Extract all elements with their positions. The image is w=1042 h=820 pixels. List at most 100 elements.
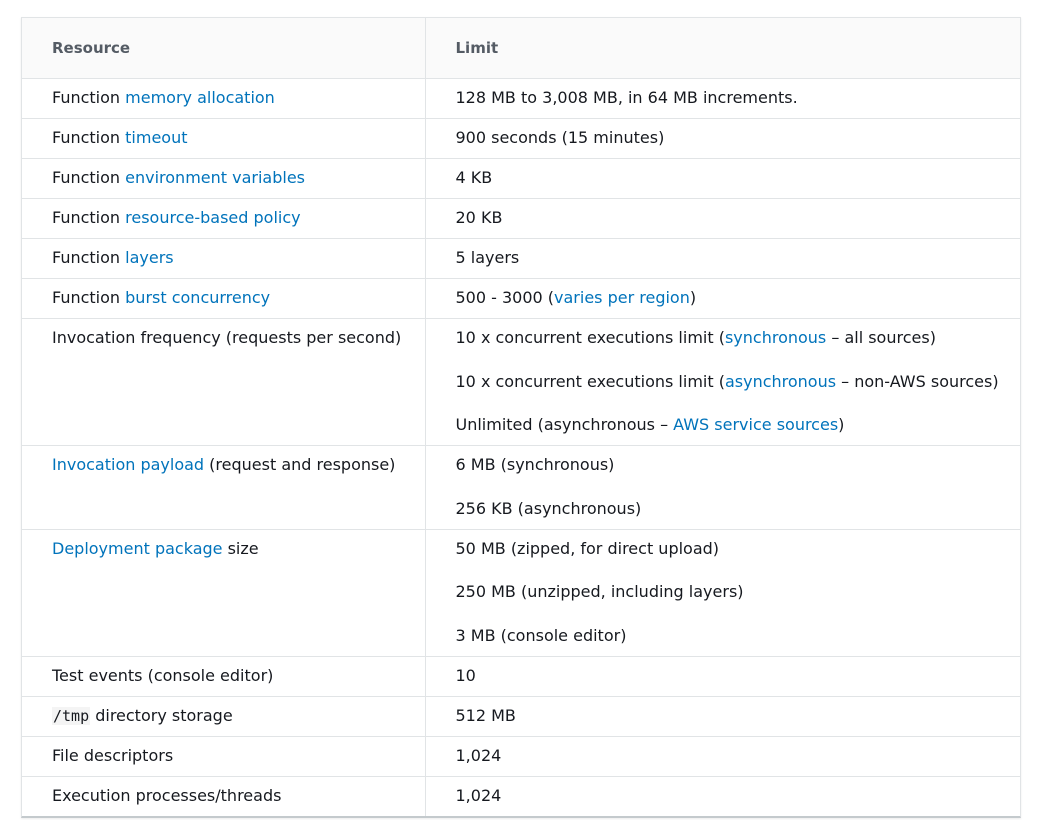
cell-text: 20 KB bbox=[455, 208, 503, 227]
limit-cell: 1,024 bbox=[424, 736, 1021, 777]
code-text: /tmp bbox=[52, 706, 91, 725]
limit-cell: 6 MB (synchronous) 256 KB (asynchronous) bbox=[424, 445, 1021, 530]
cell-text: 900 seconds (15 minutes) bbox=[455, 128, 665, 147]
timeout-link[interactable]: timeout bbox=[125, 128, 187, 147]
environment-variables-link[interactable]: environment variables bbox=[125, 168, 305, 187]
resource-cell-content: Test events (console editor) bbox=[52, 657, 425, 696]
resource-cell-content: /tmp directory storage bbox=[52, 697, 425, 736]
limit-cell-content: 900 seconds (15 minutes) bbox=[456, 119, 1021, 158]
resource-label: Function resource-based policy bbox=[52, 208, 425, 228]
cell-text: ) bbox=[838, 415, 845, 434]
cell-text: – non-AWS sources) bbox=[836, 371, 999, 391]
limit-line: 128 MB to 3,008 MB, in 64 MB increments. bbox=[456, 88, 1021, 108]
limit-line: 512 MB bbox=[456, 706, 1021, 726]
limit-cell-content: 20 KB bbox=[456, 199, 1021, 238]
cell-text: 1,024 bbox=[455, 745, 502, 765]
cell-text: 50 MB (zipped, for direct upload) bbox=[455, 538, 720, 558]
cell-text: ) bbox=[689, 288, 697, 307]
deployment-package-link[interactable]: Deployment package bbox=[52, 539, 223, 558]
layers-link[interactable]: layers bbox=[125, 248, 173, 267]
resource-label: Invocation frequency (requests per secon… bbox=[52, 328, 425, 348]
resource-cell: Execution processes/threads bbox=[22, 776, 425, 816]
cell-text: 10 x concurrent executions limit ( bbox=[455, 328, 725, 347]
limit-cell: 10 bbox=[424, 656, 1020, 697]
cell-text: size bbox=[222, 538, 259, 558]
resource-cell-content: Function environment variables bbox=[52, 159, 425, 198]
memory-allocation-link[interactable]: memory allocation bbox=[125, 88, 275, 107]
resource-cell: Invocation frequency (requests per secon… bbox=[22, 318, 425, 446]
cell-text: File descriptors bbox=[52, 745, 174, 765]
cell-text: Function bbox=[52, 88, 126, 107]
resource-cell: Invocation payload (request and response… bbox=[22, 445, 425, 530]
limit-cell: 50 MB (zipped, for direct upload) 250 MB … bbox=[424, 529, 1021, 657]
resource-cell-content: Function layers bbox=[52, 239, 425, 278]
limit-line: 10 x concurrent executions limit (synchr… bbox=[456, 328, 1021, 348]
limit-cell: 512 MB bbox=[424, 696, 1021, 737]
table-row: Function memory allocation 128 MB to 3,00… bbox=[22, 78, 1021, 119]
limit-line: Unlimited (asynchronous – AWS service so… bbox=[456, 415, 1021, 435]
table-row: Function timeout 900 seconds (15 minutes) bbox=[22, 118, 1021, 159]
limit-cell: 10 x concurrent executions limit (synchr… bbox=[424, 318, 1021, 446]
resource-cell-content: Deployment package size bbox=[52, 530, 425, 569]
varies-per-region-link[interactable]: varies per region bbox=[554, 288, 690, 307]
resource-cell: Function resource-based policy bbox=[22, 198, 425, 239]
invocation-payload-link[interactable]: Invocation payload bbox=[52, 455, 204, 474]
table-header: Resource Limit bbox=[22, 18, 1020, 79]
resource-cell-content: Function timeout bbox=[52, 119, 425, 158]
cell-text: 500 - 3000 ( bbox=[455, 288, 555, 307]
limit-cell-content: 6 MB (synchronous) 256 KB (asynchronous) bbox=[456, 446, 1021, 529]
resource-cell-content: File descriptors bbox=[52, 737, 425, 776]
resource-cell-content: Function resource-based policy bbox=[52, 199, 425, 238]
limit-line: 1,024 bbox=[456, 746, 1021, 766]
resource-cell-content: Invocation payload (request and response… bbox=[52, 446, 425, 485]
resource-cell-content: Execution processes/threads bbox=[52, 777, 425, 816]
table-row: File descriptors 1,024 bbox=[22, 736, 1021, 777]
resource-cell: /tmp directory storage bbox=[22, 696, 425, 737]
cell-text: Unlimited (asynchronous – bbox=[455, 415, 674, 434]
table-row: /tmp directory storage 512 MB bbox=[22, 696, 1021, 737]
cell-text: 250 MB (unzipped, including layers) bbox=[455, 582, 744, 601]
resource-cell: Function layers bbox=[22, 238, 425, 279]
limit-line: 6 MB (synchronous) bbox=[456, 455, 1021, 475]
limit-line: 500 - 3000 (varies per region) bbox=[456, 288, 1021, 308]
resource-label: Execution processes/threads bbox=[52, 786, 425, 806]
lambda-limits-table: Resource Limit Function memory allocatio… bbox=[22, 18, 1020, 816]
cell-text: Test events (console editor) bbox=[52, 665, 274, 685]
cell-text: 256 KB (asynchronous) bbox=[455, 498, 642, 518]
resource-label: /tmp directory storage bbox=[52, 706, 425, 726]
cell-text: Execution processes/threads bbox=[52, 785, 282, 805]
cell-text: 512 MB bbox=[455, 705, 516, 725]
resource-cell-content: Function memory allocation bbox=[52, 79, 425, 118]
limit-line: 4 KB bbox=[456, 168, 1021, 188]
resource-label: Function memory allocation bbox=[52, 88, 425, 108]
table-row: Invocation payload (request and response… bbox=[22, 445, 1021, 530]
limit-cell-content: 1,024 bbox=[456, 737, 1021, 776]
limit-line: 250 MB (unzipped, including layers) bbox=[456, 582, 1021, 602]
resource-label: Test events (console editor) bbox=[52, 666, 425, 686]
limit-cell: 4 KB bbox=[424, 158, 1021, 199]
aws-service-sources-link[interactable]: AWS service sources bbox=[673, 415, 838, 434]
cell-text: Invocation frequency (requests per secon… bbox=[52, 328, 402, 347]
resource-based-policy-link[interactable]: resource-based policy bbox=[125, 208, 300, 227]
resource-cell: Function environment variables bbox=[22, 158, 425, 199]
table-row: Function resource-based policy 20 KB bbox=[22, 198, 1021, 239]
resource-cell: Function burst concurrency bbox=[22, 278, 425, 319]
limit-cell: 500 - 3000 (varies per region) bbox=[424, 278, 1021, 319]
resource-label: Deployment package size bbox=[52, 539, 425, 559]
cell-text: 5 layers bbox=[455, 248, 520, 267]
resource-cell: Test events (console editor) bbox=[22, 656, 425, 697]
limit-cell-content: 4 KB bbox=[456, 159, 1021, 198]
burst-concurrency-link[interactable]: burst concurrency bbox=[125, 288, 270, 307]
synchronous-link[interactable]: synchronous bbox=[725, 328, 826, 347]
resource-cell-content: Function burst concurrency bbox=[52, 279, 425, 318]
cell-text: 3 MB (console editor) bbox=[455, 625, 627, 645]
cell-text: 1,024 bbox=[455, 785, 502, 805]
limit-line: 20 KB bbox=[456, 208, 1021, 228]
resource-label: Invocation payload (request and response… bbox=[52, 455, 425, 475]
asynchronous-link[interactable]: asynchronous bbox=[725, 372, 836, 391]
limit-line: 10 x concurrent executions limit (asynch… bbox=[456, 372, 1021, 392]
table-row: Test events (console editor) 10 bbox=[22, 656, 1020, 697]
limit-cell-content: 512 MB bbox=[456, 697, 1021, 736]
limit-line: 256 KB (asynchronous) bbox=[456, 499, 1021, 519]
resource-label: File descriptors bbox=[52, 746, 425, 766]
